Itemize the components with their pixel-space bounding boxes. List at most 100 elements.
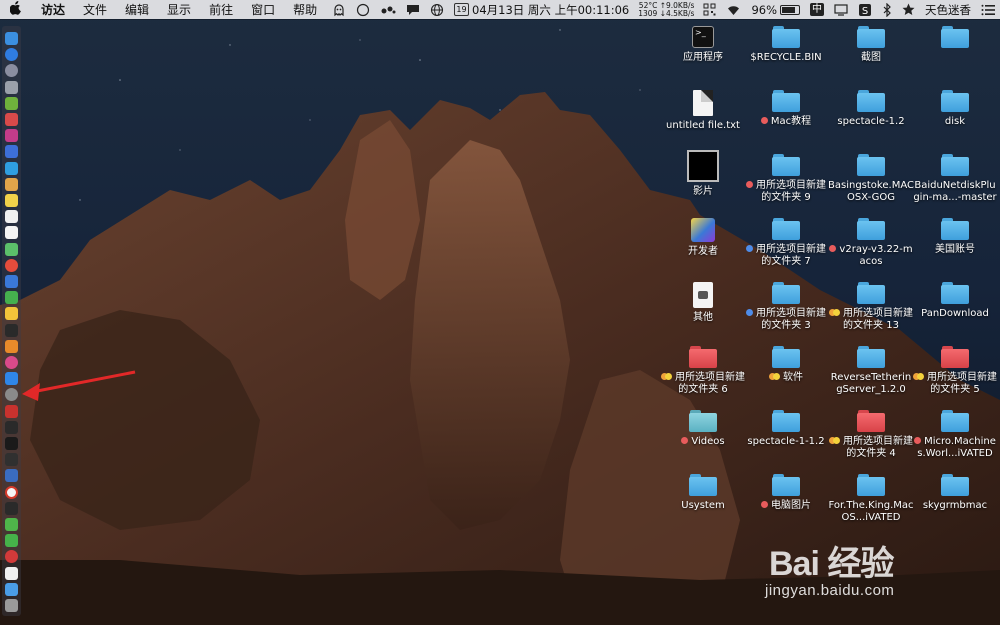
apple-logo-icon[interactable] [0, 0, 32, 19]
desktop-item[interactable]: >_ 应用程序 [660, 26, 746, 64]
compass-icon[interactable] [351, 3, 375, 17]
qr-code-icon[interactable] [698, 3, 721, 16]
dock-reminders-icon[interactable] [5, 226, 18, 240]
dock-netease-music-icon[interactable] [5, 550, 18, 564]
desktop-item[interactable]: Basingstoke.MACOSX-GOG [828, 154, 914, 204]
dock-app-yellow-icon[interactable] [5, 307, 18, 321]
ghost-icon[interactable] [327, 3, 351, 17]
dock-calendar-icon[interactable] [5, 210, 18, 224]
dock-chrome-icon[interactable] [5, 258, 18, 272]
dock-app-pink-icon[interactable] [5, 129, 18, 143]
desktop-item[interactable]: 用所选项目新建的文件夹 6 [660, 346, 746, 396]
desktop-item[interactable]: 开发者 [660, 218, 746, 258]
dock-app-store-icon[interactable] [5, 372, 18, 386]
desktop-item-label: 软件 [743, 372, 829, 384]
desktop-item[interactable] [912, 26, 998, 52]
dock-trash-icon[interactable] [5, 599, 18, 612]
desktop-item-label: Usystem [660, 500, 746, 512]
desktop-item[interactable]: 电脑图片 [743, 474, 829, 512]
dock-finder-2-icon[interactable] [5, 582, 18, 596]
dock-app-green-3-icon[interactable] [5, 518, 18, 531]
menu-go[interactable]: 前往 [200, 1, 242, 18]
dock-app-dark-3-icon[interactable] [5, 501, 18, 515]
dock-safari-icon[interactable] [5, 48, 18, 62]
dock-app-red-icon[interactable] [5, 113, 18, 126]
dock-app-blue-icon[interactable] [5, 145, 18, 159]
desktop-item-label: 影片 [660, 186, 746, 198]
desktop-item[interactable]: 影片 [660, 150, 746, 198]
menu-edit[interactable]: 编辑 [116, 1, 158, 18]
menu-app-name[interactable]: 访达 [32, 1, 74, 18]
desktop-item[interactable]: untitled file.txt [660, 90, 746, 132]
dock-app-green-icon[interactable] [5, 242, 18, 256]
desktop-item[interactable]: 用所选项目新建的文件夹 13 [828, 282, 914, 332]
dock-itunes-icon[interactable] [5, 356, 18, 369]
network-speed[interactable]: 52°C ↑9.0KB/s 1309 ↓4.5KB/s [634, 1, 698, 18]
user-name[interactable]: 天色迷香 [920, 2, 976, 18]
dock-android-icon[interactable] [5, 96, 18, 110]
desktop-item[interactable]: spectacle-1.2 [828, 90, 914, 128]
dock-app-white-icon[interactable] [5, 566, 18, 580]
desktop-item[interactable]: Videos [660, 410, 746, 448]
desktop-item[interactable]: $RECYCLE.BIN [743, 26, 829, 64]
dock-app-dark-2-icon[interactable] [5, 453, 18, 467]
desktop-item[interactable]: For.The.King.MacOS...iVATED [828, 474, 914, 524]
dock-xcode-icon[interactable] [5, 161, 18, 175]
dock-app-box-icon[interactable] [5, 469, 18, 483]
dock-app-dark-icon[interactable] [5, 420, 18, 434]
dock-wechat-icon[interactable] [5, 534, 18, 548]
dock-rocket-icon[interactable] [5, 80, 18, 94]
dots-icon[interactable] [375, 4, 401, 16]
s-app-icon[interactable]: S [853, 3, 877, 17]
input-method[interactable]: 中 [805, 3, 829, 16]
desktop-item[interactable]: v2ray-v3.22-macos [828, 218, 914, 268]
star-icon[interactable] [897, 3, 920, 16]
desktop-item[interactable]: 用所选项目新建的文件夹 5 [912, 346, 998, 396]
menu-file[interactable]: 文件 [74, 1, 116, 18]
desktop-item[interactable]: 用所选项目新建的文件夹 3 [743, 282, 829, 332]
desktop-item[interactable]: disk [912, 90, 998, 128]
menu-window[interactable]: 窗口 [242, 1, 284, 18]
color-tag-icon [833, 437, 840, 444]
desktop-item[interactable]: Usystem [660, 474, 746, 512]
desktop-item[interactable]: 用所选项目新建的文件夹 4 [828, 410, 914, 460]
desktop-item[interactable]: 其他 [660, 282, 746, 324]
dock-launchpad-icon[interactable] [5, 64, 18, 78]
color-tag-icon [681, 437, 689, 444]
dock-stocks-icon[interactable] [5, 323, 18, 337]
desktop-item[interactable]: 截图 [828, 26, 914, 64]
desktop-item-label: ReverseTetheringServer_1.2.0 [828, 372, 914, 396]
color-tag-icon [914, 437, 922, 444]
wifi-icon[interactable] [721, 4, 746, 16]
desktop-item[interactable]: PanDownload [912, 282, 998, 320]
dock-yandex-icon[interactable] [5, 485, 18, 499]
dock-system-preferences-icon[interactable] [5, 388, 18, 402]
screen-mirror-icon[interactable] [829, 3, 853, 16]
desktop-item[interactable]: 用所选项目新建的文件夹 9 [743, 154, 829, 204]
desktop-item[interactable]: BaiduNetdiskPlugin-ma...-master [912, 154, 998, 204]
notification-center-icon[interactable] [976, 4, 1000, 16]
desktop-item[interactable]: Mac教程 [743, 90, 829, 128]
datetime[interactable]: 19 04月13日 周六 上午00:11:06 [449, 2, 634, 18]
desktop-item[interactable]: 美国账号 [912, 218, 998, 256]
battery-status[interactable]: 96% [746, 3, 805, 17]
dock-app-blue-2-icon[interactable] [5, 275, 18, 288]
dock-terminal-icon[interactable] [5, 437, 18, 450]
desktop-item[interactable]: ReverseTetheringServer_1.2.0 [828, 346, 914, 396]
dock-photos-icon[interactable] [5, 177, 18, 191]
dock-app-green-2-icon[interactable] [5, 291, 18, 305]
dock-app-orange-icon[interactable] [5, 339, 18, 353]
desktop-item[interactable]: spectacle-1-1.2 [743, 410, 829, 448]
desktop-item[interactable]: skygrmbmac [912, 474, 998, 512]
dock-finder-icon[interactable] [5, 32, 18, 45]
dock-app-red-2-icon[interactable] [5, 404, 18, 418]
menu-view[interactable]: 显示 [158, 1, 200, 18]
globe-icon[interactable] [425, 3, 449, 17]
desktop-item[interactable]: Micro.Machines.Worl...iVATED [912, 410, 998, 460]
desktop-item[interactable]: 用所选项目新建的文件夹 7 [743, 218, 829, 268]
desktop-item[interactable]: 软件 [743, 346, 829, 384]
dock-notes-icon[interactable] [5, 194, 18, 207]
menu-help[interactable]: 帮助 [284, 1, 326, 18]
messages-icon[interactable] [401, 3, 425, 17]
bluetooth-icon[interactable] [877, 2, 897, 17]
